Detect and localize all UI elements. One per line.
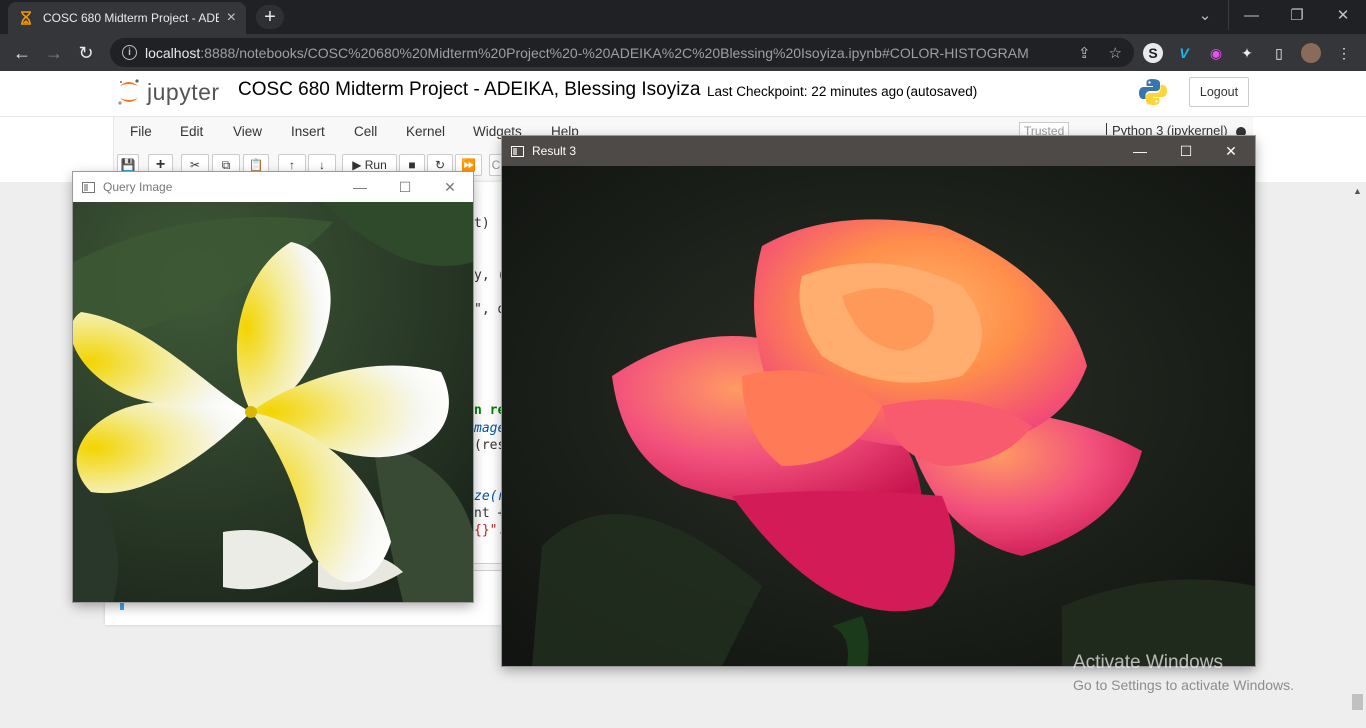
- menu-insert[interactable]: Insert: [291, 124, 325, 139]
- code-fragment: t): [474, 216, 490, 231]
- query-image-canvas: [73, 202, 473, 602]
- result-image-canvas: [502, 166, 1255, 666]
- jupyter-logo-icon: [118, 79, 139, 105]
- tab-search-icon[interactable]: ⌄: [1182, 0, 1228, 30]
- browser-toolbar: ← → ↻ i localhost:8888/notebooks/COSC%20…: [0, 34, 1366, 71]
- query-window-titlebar[interactable]: Query Image — ☐ ✕: [73, 172, 473, 202]
- query-window-title: Query Image: [103, 180, 173, 194]
- selected-cell-indicator: [120, 602, 124, 610]
- result-window-title: Result 3: [532, 144, 577, 158]
- menu-kernel[interactable]: Kernel: [406, 124, 445, 139]
- close-icon[interactable]: ✕: [1208, 136, 1254, 166]
- restore-icon[interactable]: ❐: [1274, 0, 1320, 30]
- logout-button[interactable]: Logout: [1189, 77, 1249, 107]
- window-app-icon: [511, 145, 524, 157]
- query-image-window[interactable]: Query Image — ☐ ✕: [73, 172, 473, 602]
- notebook-title[interactable]: COSC 680 Midterm Project - ADEIKA, Bless…: [238, 79, 701, 101]
- tab-close-icon[interactable]: ×: [227, 10, 236, 26]
- url-path: :8888/notebooks/COSC%20680%20Midterm%20P…: [200, 44, 1029, 61]
- result-3-window[interactable]: Result 3 — ☐ ✕: [502, 136, 1255, 666]
- reload-icon[interactable]: ↻: [73, 40, 99, 66]
- activate-windows-hint: Go to Settings to activate Windows.: [1073, 677, 1294, 693]
- page-scrollbar-thumb[interactable]: [1352, 694, 1363, 710]
- scroll-up-arrow-icon[interactable]: ▲: [1353, 186, 1362, 196]
- code-fragment: n re: [474, 403, 506, 418]
- browser-menu-icon[interactable]: ⋮: [1334, 43, 1354, 63]
- menu-cell[interactable]: Cell: [354, 124, 377, 139]
- jupyter-header: jupyter COSC 680 Midterm Project - ADEIK…: [0, 71, 1366, 116]
- code-fragment: {}".: [474, 523, 506, 538]
- address-bar[interactable]: i localhost:8888/notebooks/COSC%20680%20…: [110, 38, 1134, 67]
- minimize-icon[interactable]: —: [1228, 0, 1274, 30]
- maximize-icon[interactable]: ☐: [382, 172, 428, 202]
- result-window-titlebar[interactable]: Result 3 — ☐ ✕: [502, 136, 1255, 166]
- site-info-icon[interactable]: i: [122, 45, 137, 60]
- code-fragment: ze(r: [474, 489, 506, 504]
- color-picker-extension-icon[interactable]: ◉: [1206, 43, 1226, 63]
- menu-edit[interactable]: Edit: [180, 124, 203, 139]
- code-fragment: y, (: [474, 268, 506, 283]
- code-fragment: mage: [474, 421, 506, 436]
- checkpoint-status: Last Checkpoint: 22 minutes ago: [707, 84, 904, 99]
- cell-border: [472, 563, 502, 571]
- extension-s-icon[interactable]: S: [1143, 43, 1163, 63]
- menu-file[interactable]: File: [130, 124, 152, 139]
- back-icon[interactable]: ←: [9, 40, 35, 66]
- new-tab-button[interactable]: +: [256, 5, 284, 29]
- maximize-icon[interactable]: ☐: [1163, 136, 1209, 166]
- share-icon[interactable]: ⇪: [1078, 44, 1091, 62]
- minimize-icon[interactable]: —: [1117, 136, 1163, 166]
- close-icon[interactable]: ✕: [1320, 0, 1366, 30]
- forward-icon[interactable]: →: [41, 40, 67, 66]
- rose-image: [502, 166, 1255, 666]
- hourglass-icon: [18, 10, 34, 26]
- jupyter-logo[interactable]: jupyter: [117, 77, 220, 107]
- code-fragment: ", d: [474, 302, 506, 317]
- jupyter-logo-text: jupyter: [147, 78, 220, 105]
- close-icon[interactable]: ✕: [427, 172, 473, 202]
- bookmark-star-icon[interactable]: ☆: [1109, 44, 1122, 62]
- url-host: localhost: [145, 44, 201, 61]
- cell-type-select[interactable]: C: [489, 154, 503, 176]
- code-fragment: (res: [474, 438, 506, 453]
- browser-tab-active[interactable]: COSC 680 Midterm Project - ADE ×: [8, 2, 246, 34]
- code-fragment: nt +: [474, 506, 506, 521]
- tab-title: COSC 680 Midterm Project - ADE: [42, 11, 219, 25]
- window-app-icon: [82, 181, 95, 193]
- browser-tabstrip: COSC 680 Midterm Project - ADE × + ⌄ — ❐…: [0, 0, 1366, 34]
- vimeo-extension-icon[interactable]: V: [1174, 43, 1194, 63]
- minimize-icon[interactable]: —: [337, 172, 383, 202]
- python-logo-icon: [1139, 79, 1167, 105]
- activate-windows-watermark: Activate Windows: [1073, 652, 1223, 673]
- menu-view[interactable]: View: [233, 124, 262, 139]
- extensions-puzzle-icon[interactable]: ✦: [1237, 43, 1257, 63]
- autosave-status: (autosaved): [906, 84, 978, 99]
- profile-avatar[interactable]: [1301, 43, 1321, 63]
- side-panel-icon[interactable]: ▯: [1269, 43, 1289, 63]
- frangipani-flower-image: [73, 202, 473, 602]
